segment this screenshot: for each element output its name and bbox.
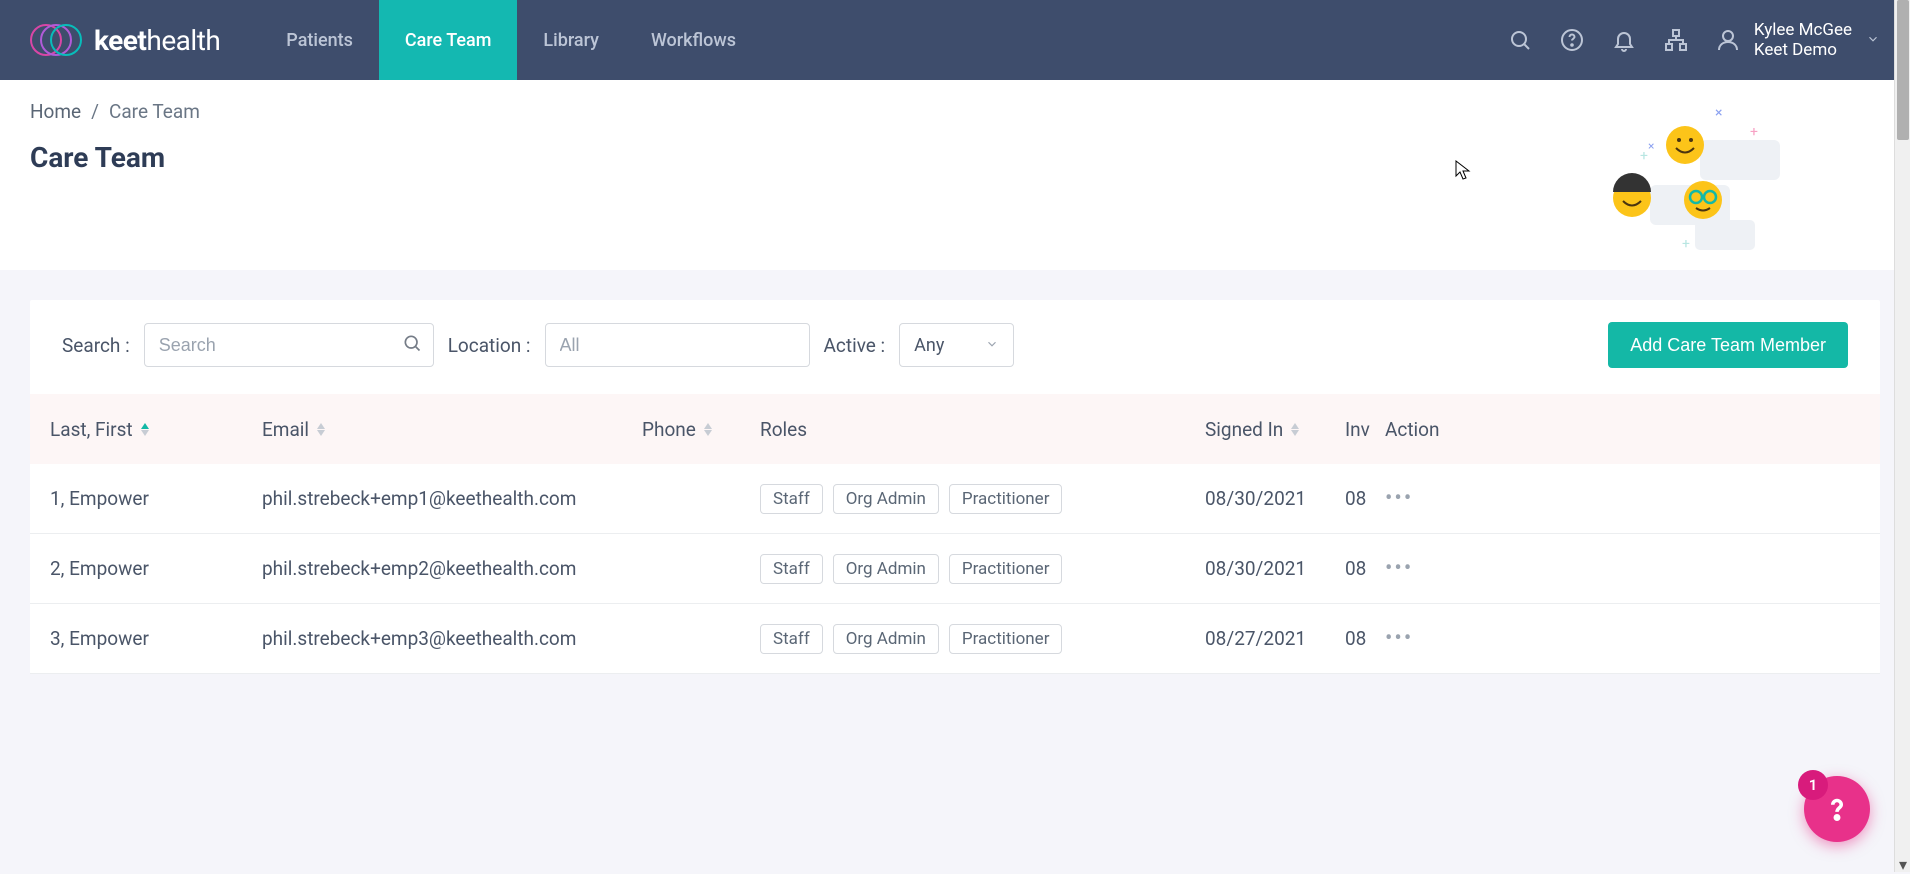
care-team-card: Search : Location : Active : Any Add Car… [30,300,1880,674]
question-icon [1820,792,1854,826]
table-row: 1, Empowerphil.strebeck+emp1@keethealth.… [30,464,1880,534]
search-icon[interactable] [1508,28,1532,52]
nav-patients[interactable]: Patients [260,0,379,80]
row-actions[interactable]: ••• [1385,486,1465,511]
role-chip: Staff [760,554,823,584]
help-badge: 1 [1798,770,1828,800]
content: Search : Location : Active : Any Add Car… [0,270,1910,704]
svg-text:+: + [1750,124,1758,140]
search-label: Search : [62,334,130,357]
page-header: Home / Care Team Care Team × + [0,80,1910,270]
cell-invite: 08 [1345,627,1385,650]
nav-care-team[interactable]: Care Team [379,0,518,80]
row-actions[interactable]: ••• [1385,556,1465,581]
nav-workflows[interactable]: Workflows [625,0,762,80]
cell-email: phil.strebeck+emp2@keethealth.com [262,557,642,580]
active-select[interactable]: Any [899,323,1014,367]
table-row: 2, Empowerphil.strebeck+emp2@keethealth.… [30,534,1880,604]
cell-signed-in: 08/30/2021 [1205,487,1345,510]
active-label: Active : [824,334,886,357]
cell-email: phil.strebeck+emp3@keethealth.com [262,627,642,650]
cell-roles: Staff Org Admin Practitioner [760,484,1205,514]
user-name: Kylee McGee [1754,20,1852,40]
help-fab[interactable]: 1 [1804,776,1870,842]
cell-name: 2, Empower [50,557,262,580]
help-icon[interactable] [1560,28,1584,52]
breadcrumb-current: Care Team [109,100,200,123]
scrollbar-down-icon[interactable]: ▾ [1895,856,1910,872]
role-chip: Practitioner [949,554,1063,584]
row-actions[interactable]: ••• [1385,626,1465,651]
cell-signed-in: 08/27/2021 [1205,627,1345,650]
nav-library[interactable]: Library [517,0,625,80]
cell-name: 1, Empower [50,487,262,510]
role-chip: Org Admin [833,554,939,584]
logo-text: keethealth [94,24,220,57]
cell-roles: Staff Org Admin Practitioner [760,624,1205,654]
search-input[interactable] [144,323,434,367]
bell-icon[interactable] [1612,28,1636,52]
user-org: Keet Demo [1754,40,1852,60]
cell-invite: 08 [1345,487,1385,510]
user-menu[interactable]: Kylee McGee Keet Demo [1716,20,1880,61]
top-nav: keethealth Patients Care Team Library Wo… [0,0,1910,80]
svg-text:×: × [1648,139,1654,153]
active-value: Any [914,335,944,356]
user-text: Kylee McGee Keet Demo [1754,20,1852,61]
breadcrumb-sep: / [91,100,99,123]
cell-roles: Staff Org Admin Practitioner [760,554,1205,584]
role-chip: Org Admin [833,624,939,654]
nav-links: Patients Care Team Library Workflows [260,0,762,80]
sort-icon [317,423,325,436]
role-chip: Org Admin [833,484,939,514]
add-care-team-button[interactable]: Add Care Team Member [1608,322,1848,368]
chevron-down-icon [1866,31,1880,50]
role-chip: Staff [760,624,823,654]
col-invite[interactable]: Inv [1345,418,1385,441]
location-label: Location : [448,334,531,357]
cell-invite: 08 [1345,557,1385,580]
header-illustration: × + + + × [1590,100,1790,260]
scrollbar[interactable]: ▾ [1894,0,1910,872]
table-row: 3, Empowerphil.strebeck+emp3@keethealth.… [30,604,1880,674]
scrollbar-thumb[interactable] [1897,0,1909,140]
svg-text:+: + [1640,148,1648,164]
logo[interactable]: keethealth [30,19,220,61]
cell-signed-in: 08/30/2021 [1205,557,1345,580]
col-email[interactable]: Email [262,418,642,441]
org-chart-icon[interactable] [1664,28,1688,52]
nav-right: Kylee McGee Keet Demo [1508,20,1880,61]
table-header: Last, First Email Phone Roles Signed In … [30,394,1880,464]
logo-rings-icon [30,19,82,61]
svg-text:×: × [1715,105,1722,121]
cell-email: phil.strebeck+emp1@keethealth.com [262,487,642,510]
cell-name: 3, Empower [50,627,262,650]
care-team-table: Last, First Email Phone Roles Signed In … [30,394,1880,674]
sort-icon [704,423,712,436]
role-chip: Practitioner [949,624,1063,654]
col-action: Action [1385,418,1465,441]
chevron-down-icon [985,335,999,356]
col-roles: Roles [760,418,1205,441]
search-icon[interactable] [402,333,422,357]
role-chip: Staff [760,484,823,514]
sort-icon [141,423,149,436]
role-chip: Practitioner [949,484,1063,514]
breadcrumb-home[interactable]: Home [30,100,81,123]
col-signed-in[interactable]: Signed In [1205,418,1345,441]
location-input[interactable] [545,323,810,367]
svg-text:+: + [1682,236,1690,252]
col-phone[interactable]: Phone [642,418,760,441]
sort-icon [1291,423,1299,436]
filters-bar: Search : Location : Active : Any Add Car… [30,322,1880,394]
user-icon [1716,28,1740,52]
col-name[interactable]: Last, First [50,418,262,441]
